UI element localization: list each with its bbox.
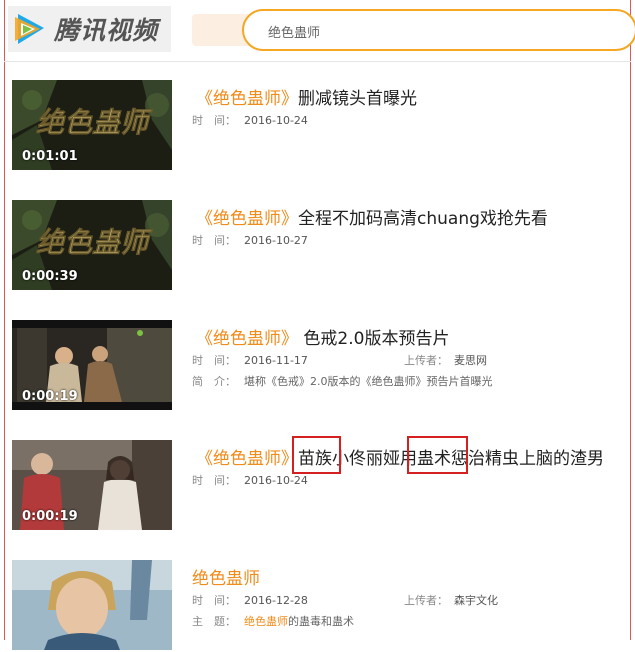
video-duration: 0:00:39: [22, 269, 78, 284]
result-intro: 简 介： 堪称《色戒》2.0版本的《绝色蛊师》预告片首曝光: [192, 375, 493, 388]
result-item[interactable]: 0:00:19 《绝色蛊师》 色戒2.0版本预告片 时 间： 2016-11-17…: [12, 320, 627, 412]
result-title[interactable]: 绝色蛊师: [192, 564, 260, 589]
title-keyword: 绝色蛊师: [213, 89, 281, 109]
search-input[interactable]: [266, 19, 610, 43]
video-duration: 0:00:19: [22, 389, 78, 404]
title-keyword: 绝色蛊师: [213, 329, 281, 349]
title-keyword: 绝色蛊师: [213, 449, 281, 469]
result-title[interactable]: 《绝色蛊师》 色戒2.0版本预告片: [196, 324, 449, 349]
result-time: 时 间： 2016-11-17: [192, 354, 308, 367]
result-time: 时 间： 2016-10-24: [192, 474, 308, 487]
result-title[interactable]: 《绝色蛊师》删减镜头首曝光: [196, 84, 417, 109]
result-item[interactable]: 绝色蛊师 0:00:39 《绝色蛊师》全程不加码高清chuang戏抢先看 时 间…: [12, 200, 627, 292]
video-thumbnail[interactable]: 绝色蛊师 0:01:01: [12, 80, 172, 170]
uploader-link[interactable]: 森宇文化: [454, 594, 498, 607]
thumbnail-caption: 绝色蛊师: [36, 106, 153, 139]
title-keyword: 绝色蛊师: [192, 569, 260, 589]
result-title[interactable]: 《绝色蛊师》苗族小佟丽娅用蛊术惩治精虫上脑的渣男: [196, 444, 604, 469]
thumbnail-image: [12, 560, 172, 650]
result-time: 时 间： 2016-12-28: [192, 594, 308, 607]
annotation-box: [407, 436, 468, 474]
video-thumbnail[interactable]: 绝色蛊师 0:00:39: [12, 200, 172, 290]
annotation-box: [292, 436, 341, 474]
tencent-video-logo[interactable]: 腾讯视频: [8, 6, 171, 52]
result-uploader: 上传者： 麦思网: [404, 354, 487, 367]
video-thumbnail[interactable]: [12, 560, 172, 650]
uploader-link[interactable]: 麦思网: [454, 354, 487, 367]
header: 腾讯视频: [0, 0, 635, 62]
video-duration: 0:00:19: [22, 509, 78, 524]
result-item[interactable]: 绝色蛊师 0:01:01 《绝色蛊师》删减镜头首曝光 时 间： 2016-10-2…: [12, 80, 627, 172]
video-thumbnail[interactable]: 0:00:19: [12, 440, 172, 530]
thumbnail-caption: 绝色蛊师: [36, 226, 153, 259]
result-time: 时 间： 2016-10-27: [192, 234, 308, 247]
result-time: 时 间： 2016-10-24: [192, 114, 308, 127]
result-topic: 主 题： 绝色蛊师的蛊毒和蛊术: [192, 615, 354, 628]
search-box[interactable]: [242, 9, 635, 51]
video-thumbnail[interactable]: 0:00:19: [12, 320, 172, 410]
logo-text: 腾讯视频: [54, 16, 159, 45]
topic-keyword-link[interactable]: 绝色蛊师: [244, 615, 288, 628]
result-item[interactable]: 绝色蛊师 时 间： 2016-12-28 上传者： 森宇文化 主 题： 绝色蛊师的蛊毒…: [12, 560, 627, 652]
tencent-video-play-icon: [15, 14, 44, 44]
result-title[interactable]: 《绝色蛊师》全程不加码高清chuang戏抢先看: [196, 204, 548, 229]
header-divider: [4, 61, 631, 62]
result-uploader: 上传者： 森宇文化: [404, 594, 498, 607]
title-keyword: 绝色蛊师: [213, 209, 281, 229]
video-duration: 0:01:01: [22, 149, 78, 164]
